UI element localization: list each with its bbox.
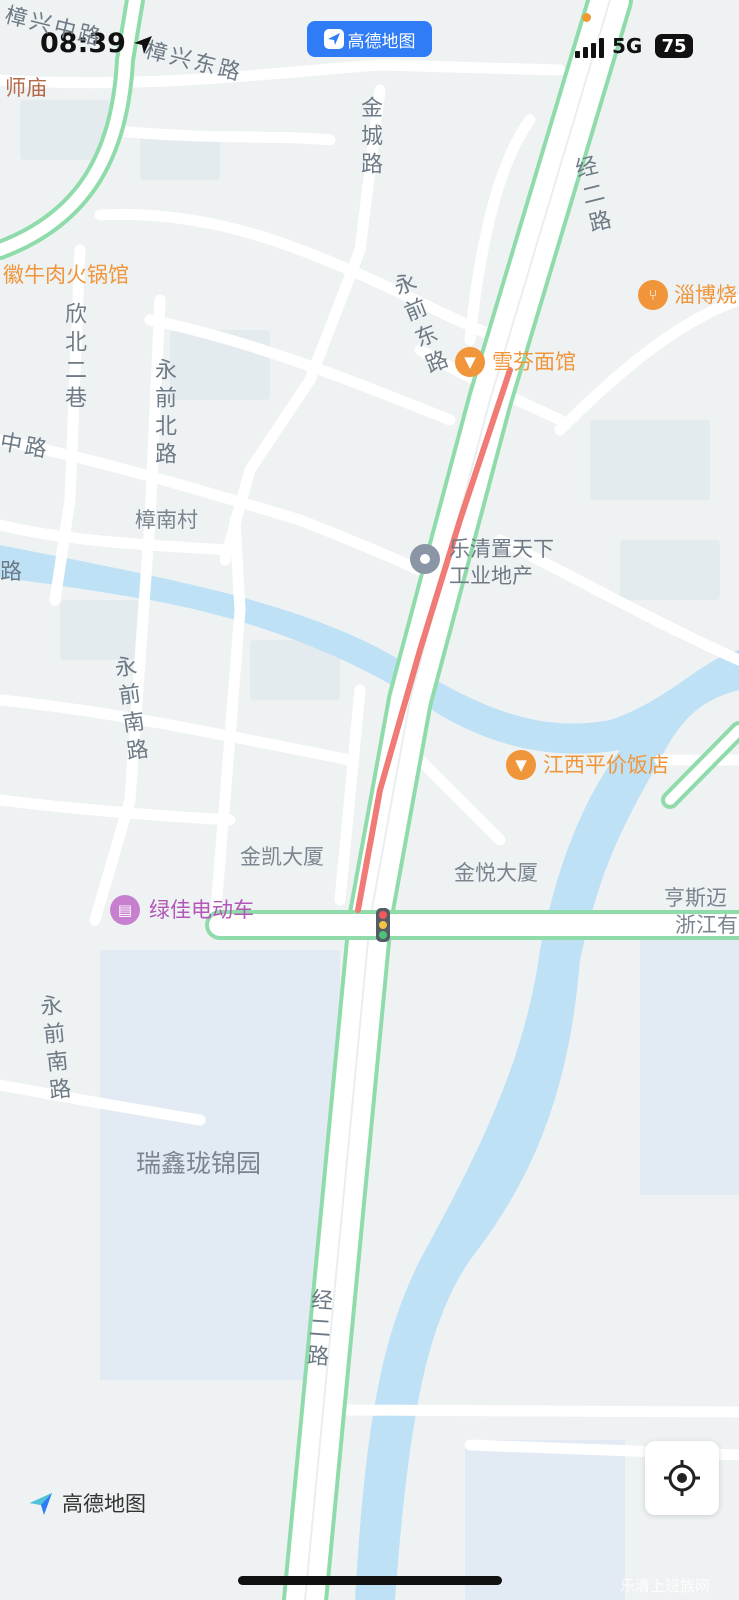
watermark: 乐清上班族网 <box>620 1577 711 1595</box>
locate-crosshair-icon <box>664 1460 700 1496</box>
place-label: 樟南村 <box>135 508 198 532</box>
road-label: 永前北路 <box>151 358 176 470</box>
gaode-map-logo: 高德地图 <box>28 1488 146 1518</box>
poi-label[interactable]: 徽牛肉火锅馆 <box>3 265 129 286</box>
restaurant-icon[interactable]: ⑂ <box>638 280 668 310</box>
traffic-light-icon <box>376 908 390 942</box>
restaurant-icon[interactable]: ▼ <box>506 750 536 780</box>
locate-button[interactable] <box>645 1441 719 1515</box>
poi-label[interactable]: 江西平价饭店 <box>543 755 669 776</box>
poi-label[interactable]: 淄博烧 <box>674 285 737 306</box>
place-label: 金凯大厦 <box>240 845 324 869</box>
map-canvas[interactable] <box>0 0 739 1600</box>
logo-text: 高德地图 <box>62 1492 146 1516</box>
app-back-badge[interactable]: 高德地图 <box>307 21 432 57</box>
poi-label[interactable]: 乐清置天下工业地产 <box>449 536 569 590</box>
battery-indicator: 75 <box>655 34 693 58</box>
gaode-logo-icon <box>323 29 344 49</box>
shop-icon[interactable]: ▤ <box>110 895 140 925</box>
poi-label[interactable]: 雪芬面馆 <box>492 352 576 373</box>
home-indicator[interactable] <box>238 1576 502 1585</box>
road-label: 欣北二巷 <box>61 302 86 414</box>
privacy-dot <box>582 13 591 22</box>
gaode-logo-icon <box>30 1493 52 1515</box>
place-label: 亨斯迈 <box>664 886 727 910</box>
place-label: 瑞鑫珑锦园 <box>136 1149 262 1178</box>
location-pin-icon[interactable] <box>410 544 440 574</box>
battery-level: 75 <box>661 35 687 57</box>
road-label: 金城路 <box>357 96 382 180</box>
place-label: 金悦大厦 <box>454 861 538 885</box>
place-label: 师庙 <box>5 76 47 100</box>
restaurant-icon[interactable]: ▼ <box>455 347 485 377</box>
place-label: 浙江有 <box>675 913 738 937</box>
poi-label[interactable]: 绿佳电动车 <box>149 900 254 921</box>
road-label: 路 <box>0 560 23 585</box>
app-badge-label: 高德地图 <box>347 31 416 52</box>
road-label: 经二路 <box>302 1287 333 1373</box>
network-type: 5G <box>612 34 643 58</box>
signal-icon <box>575 38 605 58</box>
